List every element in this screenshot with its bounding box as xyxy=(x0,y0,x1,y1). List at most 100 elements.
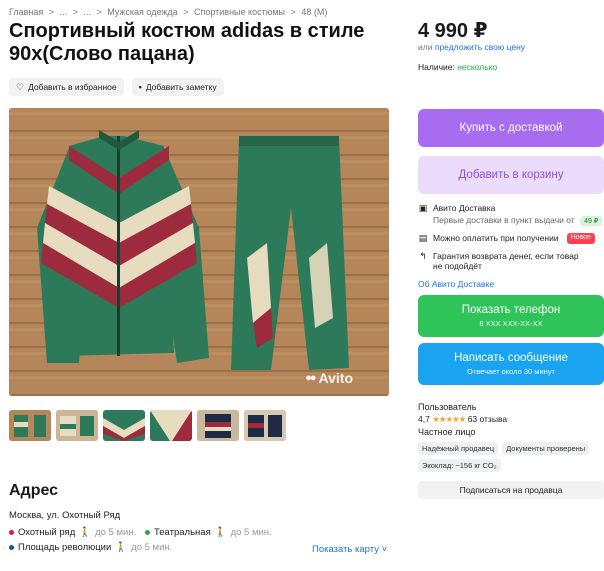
breadcrumb-separator: > xyxy=(183,7,189,17)
metro-name: Охотный ряд xyxy=(18,527,76,538)
breadcrumb-separator: > xyxy=(48,7,55,17)
walk-icon: 🚶 xyxy=(115,542,128,553)
seller-tags: Надёжный продавец Документы проверены Эк… xyxy=(418,442,604,472)
availability-value: несколько xyxy=(457,62,498,72)
buy-label: Купить с доставкой xyxy=(459,122,563,134)
breadcrumb-separator: > xyxy=(290,7,296,17)
metro-name: Площадь революции xyxy=(18,542,112,553)
breadcrumb-ellipsis[interactable]: ... xyxy=(83,7,91,17)
heart-icon: ♡ xyxy=(16,81,25,92)
phone-label: Показать телефон xyxy=(461,304,561,316)
show-phone-button[interactable]: Показать телефон 8 XXX XXX-XX-XX xyxy=(418,295,604,337)
thumbnail-image xyxy=(103,410,145,441)
note-icon: ▪ xyxy=(138,82,142,92)
metro-line-dot xyxy=(9,530,14,535)
breadcrumb-home[interactable]: Главная xyxy=(9,7,43,17)
seller-name[interactable]: Пользователь xyxy=(418,402,476,412)
thumbnail[interactable] xyxy=(244,410,286,441)
box-icon: ▣ xyxy=(418,203,428,213)
offer-line: или предложить свою цену xyxy=(418,42,525,52)
thumbnail-image xyxy=(9,410,51,441)
seller-tag: Экоклад: ~156 кг CO₂ xyxy=(418,459,501,472)
metro-station: Площадь революции 🚶 до 5 мин. xyxy=(9,542,172,553)
metro-station: Охотный ряд 🚶 до 5 мин. xyxy=(9,527,136,538)
thumbnail-image xyxy=(197,410,239,441)
walk-icon: 🚶 xyxy=(79,527,92,538)
wallet-icon: ▤ xyxy=(418,233,428,243)
offer-price-link[interactable]: предложить свою цену xyxy=(435,42,525,52)
star-icons: ★★★★★ xyxy=(432,414,466,424)
metro-walk-time: до 5 мин. xyxy=(131,542,173,553)
delivery-price-badge: 49 ₽ xyxy=(580,216,603,226)
metro-walk-time: до 5 мин. xyxy=(230,527,272,538)
metro-name: Театральная xyxy=(154,527,211,538)
delivery-text: Авито Доставка Первые доставки в пункт в… xyxy=(433,203,603,226)
breadcrumb-separator: > xyxy=(96,7,102,17)
reviews-link[interactable]: 63 отзыва xyxy=(468,414,507,424)
address-line: Москва, ул. Охотный Ряд xyxy=(9,510,121,521)
phone-masked: 8 XXX XXX-XX-XX xyxy=(479,319,543,328)
seller-type: Частное лицо xyxy=(418,427,476,437)
availability: Наличие: несколько xyxy=(418,62,497,72)
delivery-subtitle-row: Первые доставки в пункт выдачи от 49 ₽ xyxy=(433,215,603,226)
new-badge: Новое xyxy=(566,233,595,244)
listing-actions: ♡ Добавить в избранное ▪ Добавить заметк… xyxy=(9,78,224,96)
show-map-link[interactable]: Показать карту ˅ xyxy=(312,544,387,555)
add-to-cart-button[interactable]: Добавить в корзину xyxy=(418,156,604,194)
page-title: Спортивный костюм adidas в стиле 90х(Сло… xyxy=(9,20,365,65)
metro-line-dot xyxy=(9,545,14,550)
response-time: Отвечает около 30 минут xyxy=(467,367,555,376)
thumbnail[interactable] xyxy=(197,410,239,441)
add-note-button[interactable]: ▪ Добавить заметку xyxy=(131,78,224,96)
watermark-text: Avito xyxy=(318,370,353,386)
thumbnail[interactable] xyxy=(103,410,145,441)
add-note-label: Добавить заметку xyxy=(145,82,217,92)
return-guarantee-info: ↰ Гарантия возврата денег, если товар не… xyxy=(418,251,579,271)
breadcrumb-mens-clothing[interactable]: Мужская одежда xyxy=(107,7,177,17)
seller-rating: 4,7 ★★★★★ 63 отзыва xyxy=(418,414,507,425)
thumbnail[interactable] xyxy=(150,410,192,441)
delivery-title: Авито Доставка xyxy=(433,203,496,213)
seller-tag: Надёжный продавец xyxy=(418,442,499,455)
pay-on-receive-text: Можно оплатить при получении xyxy=(433,233,559,243)
thumbnail-image xyxy=(150,410,192,441)
thumbnail-image xyxy=(56,410,98,441)
cart-label: Добавить в корзину xyxy=(458,169,564,181)
main-photo[interactable]: ●● Avito xyxy=(9,108,389,396)
message-label: Написать сообщение xyxy=(454,352,568,364)
metro-walk-time: до 5 мин. xyxy=(95,527,137,538)
subscribe-seller-button[interactable]: Подписаться на продавца xyxy=(418,481,604,499)
add-favorite-label: Добавить в избранное xyxy=(28,82,117,92)
return-line-1: Гарантия возврата денег, если товар xyxy=(433,251,579,261)
chevron-down-icon: ˅ xyxy=(381,544,388,555)
availability-label: Наличие: xyxy=(418,62,455,72)
offer-prefix: или xyxy=(418,42,433,52)
rating-value: 4,7 xyxy=(418,414,430,424)
breadcrumb-separator: > xyxy=(72,7,78,17)
avito-watermark: ●● Avito xyxy=(305,370,353,386)
about-delivery-link[interactable]: Об Авито Доставке xyxy=(418,279,494,289)
metro-line-dot xyxy=(145,530,150,535)
write-message-button[interactable]: Написать сообщение Отвечает около 30 мин… xyxy=(418,343,604,385)
thumbnail-strip xyxy=(9,410,286,441)
buy-with-delivery-button[interactable]: Купить с доставкой xyxy=(418,109,604,147)
delivery-info: ▣ Авито Доставка Первые доставки в пункт… xyxy=(418,203,603,226)
breadcrumb-ellipsis[interactable]: ... xyxy=(60,7,68,17)
avito-logo-icon: ●● xyxy=(305,372,316,384)
return-icon: ↰ xyxy=(419,251,427,261)
address-heading: Адрес xyxy=(9,482,59,499)
breadcrumb-tracksuits[interactable]: Спортивные костюмы xyxy=(194,7,285,17)
thumbnail-image xyxy=(244,410,286,441)
return-text: Гарантия возврата денег, если товар не п… xyxy=(433,251,579,271)
tracksuit-illustration xyxy=(9,108,389,396)
walk-icon: 🚶 xyxy=(214,527,227,538)
price: 4 990 ₽ xyxy=(418,20,488,42)
thumbnail[interactable] xyxy=(56,410,98,441)
breadcrumb-size[interactable]: 48 (M) xyxy=(301,7,327,17)
metro-station: Театральная 🚶 до 5 мин. xyxy=(145,527,272,538)
thumbnail[interactable] xyxy=(9,410,51,441)
show-map-label: Показать карту xyxy=(312,544,379,555)
breadcrumb: Главная > ... > ... > Мужская одежда > С… xyxy=(9,7,330,17)
add-favorite-button[interactable]: ♡ Добавить в избранное xyxy=(9,78,124,96)
pay-on-receive-info: ▤ Можно оплатить при получении Новое xyxy=(418,233,595,244)
